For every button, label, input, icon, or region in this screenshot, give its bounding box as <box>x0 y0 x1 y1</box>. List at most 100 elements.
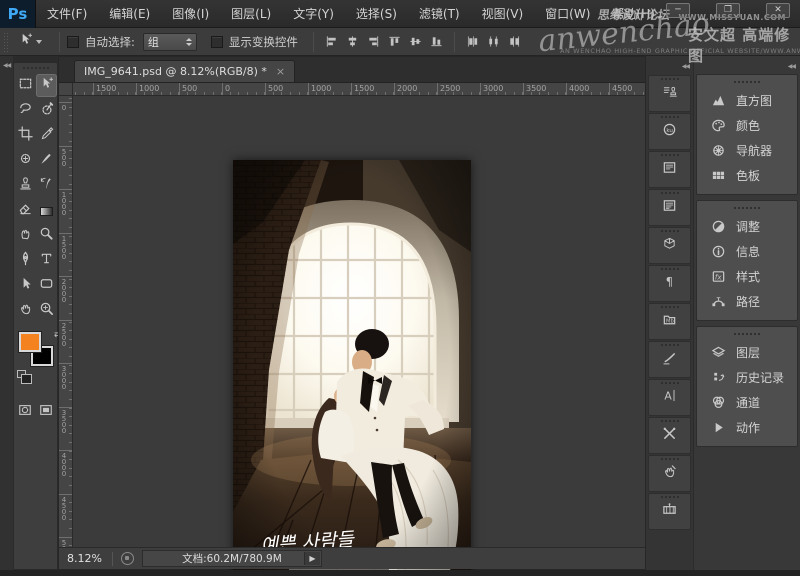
canvas-pasteboard[interactable]: 예쁜 사람들 <box>73 96 645 547</box>
distribute-right-edges-button[interactable] <box>506 33 523 50</box>
color-icon <box>710 117 727 134</box>
eraser-tool[interactable] <box>15 199 36 222</box>
collapse-toolbox-icon[interactable]: ◀◀ <box>3 62 10 69</box>
panel-item-info[interactable]: 信息 <box>697 239 797 264</box>
styles-icon: fx <box>710 268 727 285</box>
crop-tool[interactable] <box>15 124 36 147</box>
zoom-tool[interactable] <box>36 299 57 322</box>
minimize-button[interactable]: ─ <box>666 3 690 18</box>
smudge-tool[interactable] <box>15 224 36 247</box>
align-right-edges-button[interactable] <box>365 33 382 50</box>
brush-presets-panel-button[interactable] <box>648 341 691 378</box>
menu-bar: Ps 文件(F) 编辑(E) 图像(I) 图层(L) 文字(Y) 选择(S) 滤… <box>0 0 800 28</box>
ruler-corner[interactable] <box>59 83 73 96</box>
menu-file[interactable]: 文件(F) <box>36 0 98 28</box>
mini-bridge-panel-button[interactable]: Mb <box>648 303 691 340</box>
timeline-panel-button[interactable] <box>648 493 691 530</box>
screen-mode-button[interactable] <box>39 402 53 421</box>
preset-tools-panel-button[interactable] <box>648 417 691 454</box>
align-horizontal-centers-button[interactable] <box>344 33 361 50</box>
status-icon[interactable] <box>121 552 134 565</box>
brush-tool[interactable] <box>36 149 57 172</box>
horizontal-ruler[interactable]: 1500100050005001000150020002500300035004… <box>73 83 645 96</box>
panel-item-channels[interactable]: 通道 <box>697 390 797 415</box>
distribute-left-edges-button[interactable] <box>464 33 481 50</box>
options-bar: 自动选择: 组 显示变换控件 <box>0 28 800 56</box>
panel-item-actions[interactable]: 动作 <box>697 415 797 440</box>
panel-item-history[interactable]: 历史记录 <box>697 365 797 390</box>
default-colors-icon[interactable] <box>17 370 26 378</box>
menu-window[interactable]: 窗口(W) <box>534 0 601 28</box>
close-button[interactable]: ✕ <box>766 3 790 18</box>
art-history-panel-button[interactable] <box>648 455 691 492</box>
status-expand-arrow[interactable]: ▶ <box>304 552 320 565</box>
paragraph-panel-button[interactable]: ¶ <box>648 265 691 302</box>
menu-view[interactable]: 视图(V) <box>471 0 535 28</box>
shape-tool[interactable] <box>36 274 57 297</box>
healing-brush-tool[interactable] <box>15 149 36 172</box>
menu-image[interactable]: 图像(I) <box>161 0 220 28</box>
3d-panel-button[interactable] <box>648 227 691 264</box>
character-panel-button[interactable]: A <box>648 379 691 416</box>
quick-mask-button[interactable] <box>18 402 32 421</box>
history-brush-tool[interactable] <box>36 174 57 197</box>
character-styles-panel-button[interactable] <box>648 151 691 188</box>
menu-layer[interactable]: 图层(L) <box>220 0 282 28</box>
foreground-color-swatch[interactable] <box>19 332 41 352</box>
toolbox-extras <box>14 402 57 421</box>
menu-edit[interactable]: 编辑(E) <box>98 0 161 28</box>
vertical-ruler[interactable]: 0500100015002000250030003500400045005000 <box>59 96 73 547</box>
paragraph-styles-panel-button[interactable] <box>648 189 691 226</box>
type-tool[interactable] <box>36 249 57 272</box>
menu-select[interactable]: 选择(S) <box>345 0 408 28</box>
tool-presets-panel-button[interactable] <box>648 75 691 112</box>
ruler-label: 1000 <box>311 84 331 93</box>
menu-filter[interactable]: 滤镜(T) <box>408 0 471 28</box>
menu-type[interactable]: 文字(Y) <box>282 0 345 28</box>
lasso-icon <box>18 101 33 120</box>
panel-item-label: 通道 <box>736 394 760 411</box>
panel-item-adjustments[interactable]: 调整 <box>697 214 797 239</box>
gradient-tool[interactable] <box>36 199 57 222</box>
quick-select-icon <box>39 101 54 120</box>
document-size-field[interactable]: 文档:60.2M/780.9M ▶ <box>142 550 322 567</box>
expand-panels-icon[interactable]: ◀◀ <box>682 63 689 70</box>
move-tool[interactable] <box>36 74 57 97</box>
rectangular-marquee-tool[interactable] <box>15 74 36 97</box>
distribute-horizontal-centers-button[interactable] <box>485 33 502 50</box>
kuler-panel-button[interactable]: ku <box>648 113 691 150</box>
dodge-tool[interactable] <box>36 224 57 247</box>
eyedropper-tool[interactable] <box>36 124 57 147</box>
auto-select-checkbox[interactable] <box>67 36 79 48</box>
panel-item-histogram[interactable]: 直方图 <box>697 88 797 113</box>
auto-select-dropdown[interactable]: 组 <box>143 33 197 51</box>
collapse-panels-icon[interactable]: ◀◀ <box>788 63 795 70</box>
show-transform-checkbox[interactable] <box>211 36 223 48</box>
zoom-level-field[interactable]: 8.12% <box>59 552 112 565</box>
panel-item-paths[interactable]: 路径 <box>697 289 797 314</box>
panel-item-styles[interactable]: fx样式 <box>697 264 797 289</box>
align-left-edges-button[interactable] <box>323 33 340 50</box>
grip <box>734 80 760 84</box>
tab-close-icon[interactable]: × <box>276 66 285 77</box>
panel-item-swatches[interactable]: 色板 <box>697 163 797 188</box>
lasso-tool[interactable] <box>15 99 36 122</box>
document-tab[interactable]: IMG_9641.psd @ 8.12%(RGB/8) * × <box>74 60 295 82</box>
maximize-button[interactable]: ❐ <box>716 3 740 18</box>
align-vertical-centers-button[interactable] <box>407 33 424 50</box>
path-selection-tool[interactable] <box>15 274 36 297</box>
panel-item-color[interactable]: 颜色 <box>697 113 797 138</box>
photo-document[interactable]: 예쁜 사람들 <box>233 160 471 576</box>
divider <box>454 32 455 52</box>
current-tool-preset[interactable] <box>18 32 42 51</box>
align-top-edges-button[interactable] <box>386 33 403 50</box>
hand-tool[interactable] <box>15 299 36 322</box>
panel-item-layers[interactable]: 图层 <box>697 340 797 365</box>
quick-selection-tool[interactable] <box>36 99 57 122</box>
align-bottom-edges-button[interactable] <box>428 33 445 50</box>
pen-tool[interactable] <box>15 249 36 272</box>
panel-item-navigator[interactable]: 导航器 <box>697 138 797 163</box>
clone-stamp-tool[interactable] <box>15 174 36 197</box>
info-icon <box>710 243 727 260</box>
options-grip <box>3 32 10 52</box>
